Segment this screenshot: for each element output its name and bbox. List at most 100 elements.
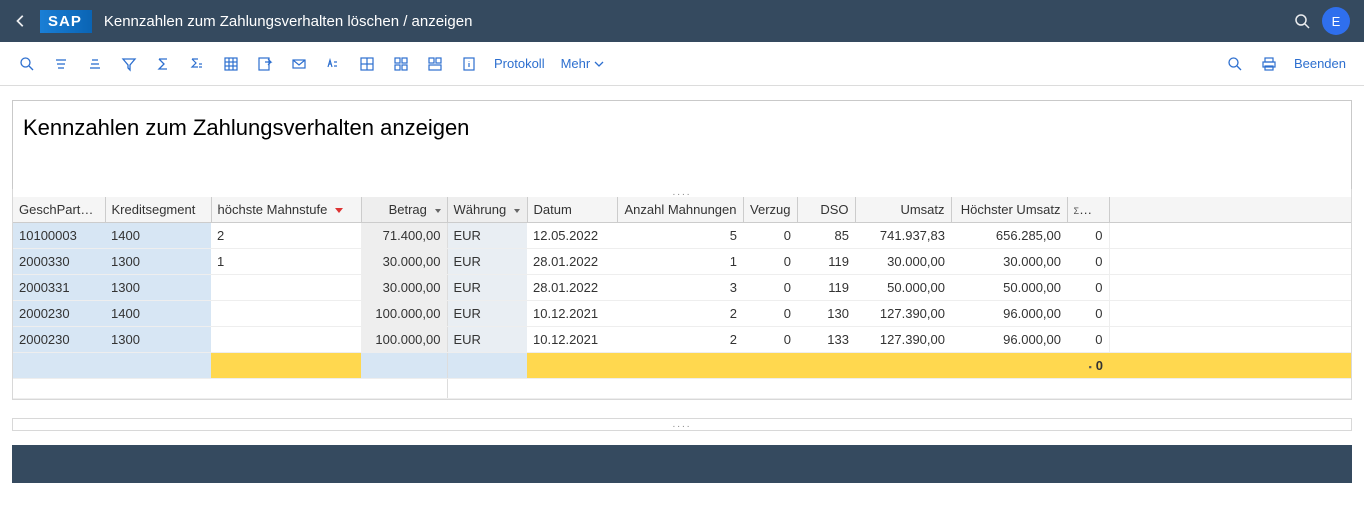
cell-dso: 119 [797,249,855,275]
sap-logo: SAP [40,10,92,33]
panel-title: Kennzahlen zum Zahlungsverhalten anzeige… [12,100,1352,190]
cell-anz-mahnungen: 5 [617,223,743,249]
toolbar: Protokoll Mehr Beenden [0,42,1364,86]
grid-icon[interactable] [358,55,376,73]
app-header: SAP Kennzahlen zum Zahlungsverhalten lös… [0,0,1364,42]
cell-kreditsegment: 1400 [105,301,211,327]
cell-hoechster-umsatz: 30.000,00 [951,249,1067,275]
sum-icon[interactable] [154,55,172,73]
col-dso[interactable]: DSO [797,197,855,223]
table-header-row: GeschPartner Kreditsegment höchste Mahns… [13,197,1351,223]
cell-extra [1109,301,1351,327]
data-table-wrapper: .... GeschPartner Kreditsegment höchste … [12,189,1352,400]
sort-asc-icon[interactable] [52,55,70,73]
cell-betrag: 100.000,00 [361,327,447,353]
print-icon[interactable] [1260,55,1278,73]
cell-betrag: 30.000,00 [361,249,447,275]
col-waehrung[interactable]: Währung [447,197,527,223]
table-row[interactable]: 20002301300100.000,00EUR10.12.2021201331… [13,327,1351,353]
cell-kreditsegment: 1300 [105,327,211,353]
cell-umsatz: 127.390,00 [855,301,951,327]
spreadsheet-icon[interactable] [222,55,240,73]
totals-pro: ▪0 [1067,353,1109,379]
secondary-handle[interactable]: .... [12,418,1352,431]
cell-geschpartner: 2000230 [13,327,105,353]
avatar[interactable]: E [1322,7,1350,35]
table-row[interactable]: 20002301400100.000,00EUR10.12.2021201301… [13,301,1351,327]
sort-desc-indicator-icon [335,208,343,213]
status-bar [12,445,1352,483]
exit-button[interactable]: Beenden [1294,56,1346,71]
col-betrag[interactable]: Betrag [361,197,447,223]
exit-label: Beenden [1294,56,1346,71]
cell-mahnstufe [211,327,361,353]
filter-icon[interactable] [120,55,138,73]
table-row[interactable]: 2000331130030.000,00EUR28.01.20223011950… [13,275,1351,301]
abc-icon[interactable] [324,55,342,73]
cell-datum: 28.01.2022 [527,249,617,275]
cell-mahnstufe: 1 [211,249,361,275]
cell-extra [1109,327,1351,353]
subsum-icon[interactable] [188,55,206,73]
cell-anz-mahnungen: 2 [617,327,743,353]
cell-umsatz: 741.937,83 [855,223,951,249]
cell-anz-mahnungen: 3 [617,275,743,301]
cell-hoechster-umsatz: 96.000,00 [951,301,1067,327]
cell-mahnstufe: 2 [211,223,361,249]
find-icon[interactable] [1226,55,1244,73]
more-label: Mehr [561,56,591,71]
cell-waehrung: EUR [447,275,527,301]
cell-betrag: 100.000,00 [361,301,447,327]
cell-waehrung: EUR [447,223,527,249]
table-resize-handle[interactable]: .... [13,189,1351,197]
cell-kreditsegment: 1300 [105,249,211,275]
table-row[interactable]: 101000031400271.400,00EUR12.05.202250857… [13,223,1351,249]
cell-betrag: 71.400,00 [361,223,447,249]
search-icon[interactable] [1294,13,1310,29]
col-anz-mahnungen[interactable]: Anzahl Mahnungen [617,197,743,223]
layout-icon[interactable] [392,55,410,73]
col-verzug[interactable]: Verzug [743,197,797,223]
cell-geschpartner: 2000330 [13,249,105,275]
protocol-button[interactable]: Protokoll [494,56,545,71]
mail-icon[interactable] [290,55,308,73]
sort-desc-icon[interactable] [86,55,104,73]
back-icon[interactable] [14,14,28,28]
cell-geschpartner: 2000230 [13,301,105,327]
export-icon[interactable] [256,55,274,73]
layout-change-icon[interactable] [426,55,444,73]
cell-extra [1109,275,1351,301]
cell-verzug: 0 [743,327,797,353]
cell-pro: 0 [1067,327,1109,353]
col-mahnstufe[interactable]: höchste Mahnstufe [211,197,361,223]
col-hoechster-umsatz[interactable]: Höchster Umsatz [951,197,1067,223]
detail-icon[interactable] [18,55,36,73]
cell-mahnstufe [211,301,361,327]
col-geschpartner[interactable]: GeschPartner [13,197,105,223]
cell-verzug: 0 [743,223,797,249]
col-kreditsegment[interactable]: Kreditsegment [105,197,211,223]
cell-dso: 119 [797,275,855,301]
cell-waehrung: EUR [447,301,527,327]
cell-datum: 10.12.2021 [527,301,617,327]
cell-extra [1109,249,1351,275]
info-icon[interactable] [460,55,478,73]
cell-hoechster-umsatz: 96.000,00 [951,327,1067,353]
cell-kreditsegment: 1400 [105,223,211,249]
cell-waehrung: EUR [447,249,527,275]
protocol-label: Protokoll [494,56,545,71]
cell-umsatz: 30.000,00 [855,249,951,275]
col-umsatz[interactable]: Umsatz [855,197,951,223]
cell-hoechster-umsatz: 656.285,00 [951,223,1067,249]
cell-waehrung: EUR [447,327,527,353]
cell-anz-mahnungen: 2 [617,301,743,327]
more-button[interactable]: Mehr [561,56,605,71]
page-title: Kennzahlen zum Zahlungsverhalten löschen… [104,13,473,30]
col-datum[interactable]: Datum [527,197,617,223]
cell-verzug: 0 [743,301,797,327]
col-pro[interactable]: ΣPro [1067,197,1109,223]
cell-datum: 12.05.2022 [527,223,617,249]
cell-verzug: 0 [743,249,797,275]
table-row[interactable]: 20003301300130.000,00EUR28.01.2022101193… [13,249,1351,275]
data-table: GeschPartner Kreditsegment höchste Mahns… [13,197,1351,399]
